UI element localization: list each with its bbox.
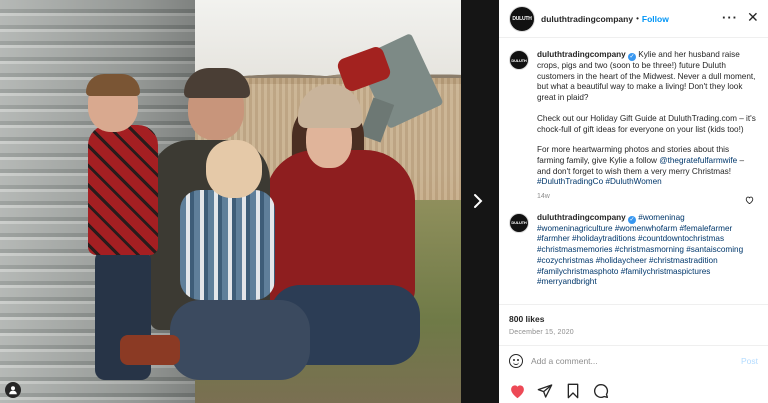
post-photo[interactable] — [0, 0, 461, 403]
comment-username[interactable]: duluthtradingcompany — [537, 213, 626, 222]
paper-plane-icon[interactable] — [536, 382, 554, 400]
caption-paragraph-3: For more heartwarming photos and stories… — [537, 145, 756, 188]
hashtag-link[interactable]: #DuluthTradingCo — [537, 177, 603, 186]
caption-paragraph-2: Check out our Holiday Gift Guide at Dulu… — [537, 113, 756, 134]
post-date: December 15, 2020 — [509, 329, 574, 336]
dad-cap — [184, 68, 250, 98]
speech-bubble-icon[interactable] — [592, 382, 610, 400]
girl-plaid-shirt — [180, 190, 275, 300]
more-options-icon[interactable]: ··· — [722, 10, 738, 25]
dad-jeans — [170, 300, 310, 380]
caption: DULUTH duluthtradingcompany ✓ Kylie and … — [509, 50, 756, 203]
chevron-right-icon[interactable] — [467, 190, 489, 212]
smiley-icon[interactable] — [509, 353, 523, 368]
post-sidebar: DULUTH duluthtradingcompany • Follow ···… — [499, 0, 768, 403]
comment-avatar[interactable]: DULUTH — [509, 212, 529, 233]
hashtag-link[interactable]: #DuluthWomen — [605, 177, 661, 186]
mention-link[interactable]: @thegratefulfarmwife — [659, 156, 737, 165]
caption-avatar[interactable]: DULUTH — [509, 50, 529, 70]
boots — [120, 335, 180, 365]
caption-timestamp[interactable]: 14w — [537, 192, 756, 203]
action-bar — [499, 378, 768, 403]
avatar[interactable]: DULUTH — [509, 5, 535, 32]
comment-input[interactable] — [531, 355, 721, 366]
boy-plaid-shirt — [88, 125, 158, 255]
likes-count[interactable]: 800 likes — [509, 314, 758, 324]
header-separator: • — [636, 14, 639, 23]
post-button[interactable]: Post — [741, 356, 758, 366]
comment-like-heart-icon[interactable] — [745, 196, 754, 206]
close-icon[interactable]: ✕ — [747, 9, 759, 26]
comment-hashtags[interactable]: #womeninag #womeninagriculture #womenwho… — [537, 213, 743, 287]
comment-composer: Post — [499, 345, 768, 375]
user-icon[interactable] — [5, 382, 21, 398]
bookmark-icon[interactable] — [564, 382, 582, 400]
caption-text: duluthtradingcompany ✓ Kylie and her hus… — [537, 50, 756, 203]
verified-badge-icon: ✓ — [627, 53, 636, 61]
caption-username[interactable]: duluthtradingcompany — [537, 50, 626, 59]
comment-item: DULUTH duluthtradingcompany ✓ #womeninag… — [509, 212, 756, 288]
heart-icon[interactable] — [508, 382, 526, 400]
header-username[interactable]: duluthtradingcompany — [541, 14, 633, 24]
engagement-summary: 800 likes December 15, 2020 — [499, 304, 768, 345]
comment-text: duluthtradingcompany ✓ #womeninag #women… — [537, 213, 756, 288]
comments-list[interactable]: DULUTH duluthtradingcompany ✓ Kylie and … — [499, 42, 768, 304]
follow-button[interactable]: Follow — [642, 14, 669, 24]
verified-badge-icon: ✓ — [627, 215, 636, 224]
girl-head — [206, 140, 262, 198]
boy-hair — [86, 74, 140, 96]
